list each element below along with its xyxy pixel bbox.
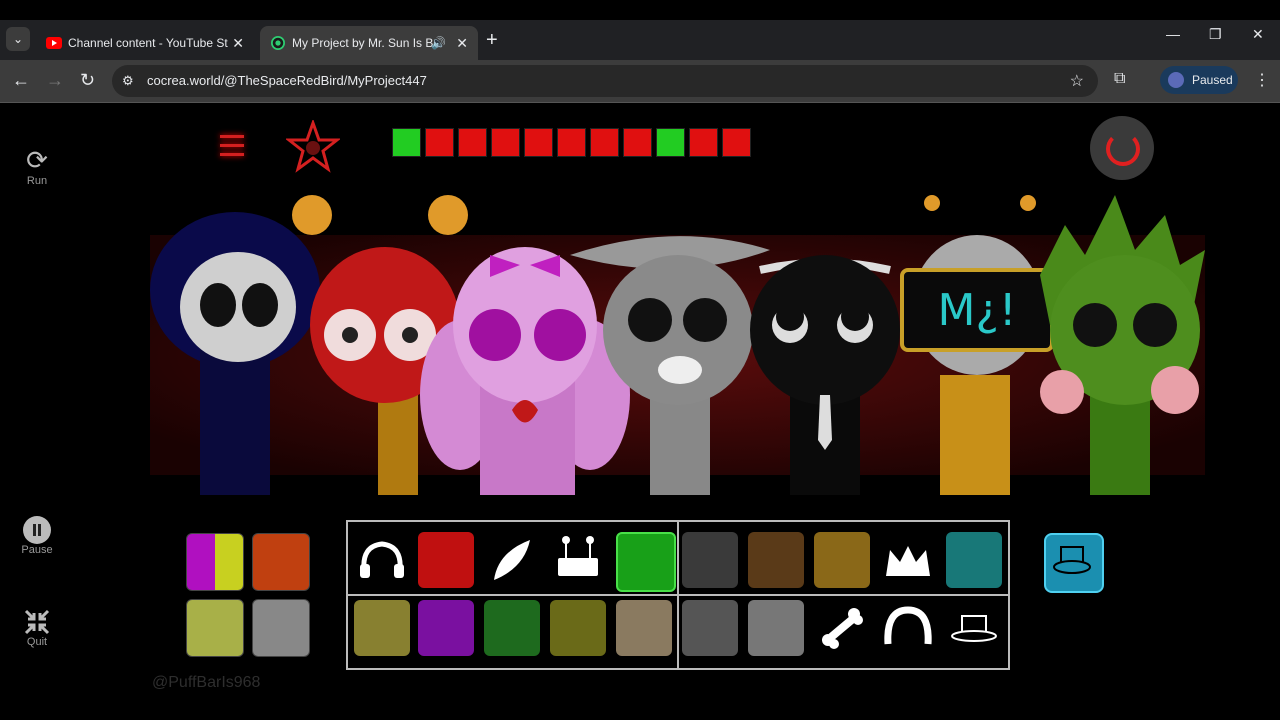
profile-button[interactable]: Paused (1160, 66, 1238, 94)
sound-gray-ears[interactable] (748, 600, 804, 656)
sound-slot[interactable] (689, 128, 718, 157)
youtube-icon (46, 37, 62, 49)
reset-button[interactable] (1090, 116, 1154, 180)
more-menu-icon[interactable]: ⋮ (1254, 70, 1270, 90)
bonus-hat-button[interactable] (1044, 533, 1104, 593)
tab-search-button[interactable]: ⌄ (6, 27, 30, 51)
url-text[interactable]: cocrea.world/@TheSpaceRedBird/MyProject4… (147, 73, 427, 88)
tab-title: Channel content - YouTube Studio (68, 36, 228, 50)
sound-purple-shadow[interactable] (418, 600, 474, 656)
top-hat-icon (951, 615, 997, 642)
close-window-icon[interactable]: ✕ (1252, 26, 1264, 43)
sound-brown-card[interactable] (748, 532, 804, 588)
close-icon[interactable]: ✕ (456, 26, 468, 60)
headphones-icon (360, 541, 404, 578)
sound-lightning[interactable] (550, 600, 606, 656)
run-button[interactable]: ⟳ Run (14, 145, 60, 187)
sound-teal-orb[interactable] (946, 532, 1002, 588)
sound-slot[interactable] (524, 128, 553, 157)
sound-slot[interactable] (491, 128, 520, 157)
sound-slot[interactable] (557, 128, 586, 157)
sound-straw-hat[interactable] (616, 600, 672, 656)
quit-button[interactable]: Quit (14, 608, 60, 648)
reset-icon (1106, 132, 1140, 166)
site-info-icon[interactable]: ⚙ (122, 73, 134, 89)
sound-slot[interactable] (656, 128, 685, 157)
sound-headphones[interactable] (354, 532, 410, 588)
sound-button-purple-yellow[interactable] (186, 533, 244, 591)
bookmark-star-icon[interactable]: ☆ (1070, 71, 1084, 91)
avatar (1168, 72, 1184, 88)
pause-icon (23, 516, 51, 544)
extensions-icon[interactable]: ⧉ (1114, 70, 1125, 88)
sound-slot[interactable] (392, 128, 421, 157)
sound-hair-ring[interactable] (880, 600, 936, 656)
sound-slot[interactable] (458, 128, 487, 157)
profile-status: Paused (1192, 73, 1233, 87)
hat-icon (1053, 546, 1091, 574)
bone-icon (822, 608, 863, 649)
sound-feather[interactable] (484, 532, 540, 588)
pause-button[interactable]: Pause (14, 516, 60, 556)
crown-icon (886, 546, 930, 576)
run-label: Run (26, 175, 48, 187)
sound-button-gray-ears[interactable] (252, 599, 310, 657)
tab-my-project[interactable]: My Project by Mr. Sun Is Be 🔊 ✕ (260, 26, 478, 60)
sound-slot[interactable] (722, 128, 751, 157)
sound-antenna-box[interactable] (550, 532, 606, 588)
sound-monitor[interactable] (682, 600, 738, 656)
browser-tab-strip: ⌄ Channel content - YouTube Studio ✕ My … (0, 20, 1280, 60)
sound-slot[interactable] (623, 128, 652, 157)
cocrea-icon (271, 36, 285, 50)
sound-tree[interactable] (484, 600, 540, 656)
character-stage: M¿! (150, 195, 1205, 495)
new-tab-button[interactable]: + (486, 28, 498, 52)
sound-dark-face[interactable] (682, 532, 738, 588)
sound-picker-panel (346, 520, 1010, 670)
tab-title: My Project by Mr. Sun Is Be (292, 36, 441, 50)
sound-tombstone[interactable] (354, 600, 410, 656)
feather-icon (494, 540, 530, 580)
sound-button-orange-cap[interactable] (252, 533, 310, 591)
minimize-icon[interactable]: — (1166, 26, 1180, 42)
menu-icon[interactable] (220, 135, 244, 161)
sound-green-creature[interactable] (616, 532, 676, 592)
watermark-text: @PuffBarIs968 (152, 674, 261, 691)
sound-crown[interactable] (880, 532, 936, 588)
tv-face-glyph: M¿! (938, 285, 1017, 336)
browser-toolbar: ← → ↻ ⚙ cocrea.world/@TheSpaceRedBird/My… (0, 60, 1280, 103)
sound-gold-card[interactable] (814, 532, 870, 588)
speaker-icon[interactable]: 🔊 (431, 26, 446, 60)
restore-icon[interactable]: ❐ (1209, 26, 1222, 43)
screen-top-border (0, 0, 1280, 20)
back-arrow-icon[interactable]: ← (12, 70, 30, 90)
panel-divider (348, 594, 1008, 596)
sound-red-blast[interactable] (418, 532, 474, 588)
hair-icon (884, 606, 932, 645)
quit-label: Quit (26, 636, 48, 648)
sound-slot[interactable] (425, 128, 454, 157)
pause-label: Pause (21, 544, 53, 556)
forward-arrow-icon[interactable]: → (46, 70, 64, 90)
sound-slot[interactable] (590, 128, 619, 157)
tab-youtube-studio[interactable]: Channel content - YouTube Studio ✕ (36, 26, 254, 60)
sound-button-olive[interactable] (186, 599, 244, 657)
reload-icon[interactable]: ↻ (80, 70, 95, 90)
collapse-icon (24, 609, 50, 635)
antenna-icon (558, 536, 598, 576)
sound-top-hat[interactable] (946, 600, 1002, 656)
address-bar[interactable]: ⚙ cocrea.world/@TheSpaceRedBird/MyProjec… (112, 65, 1098, 97)
run-icon: ⟳ (26, 145, 48, 175)
star-logo-icon[interactable] (286, 120, 340, 174)
sound-bone[interactable] (814, 600, 870, 656)
close-icon[interactable]: ✕ (232, 26, 244, 60)
